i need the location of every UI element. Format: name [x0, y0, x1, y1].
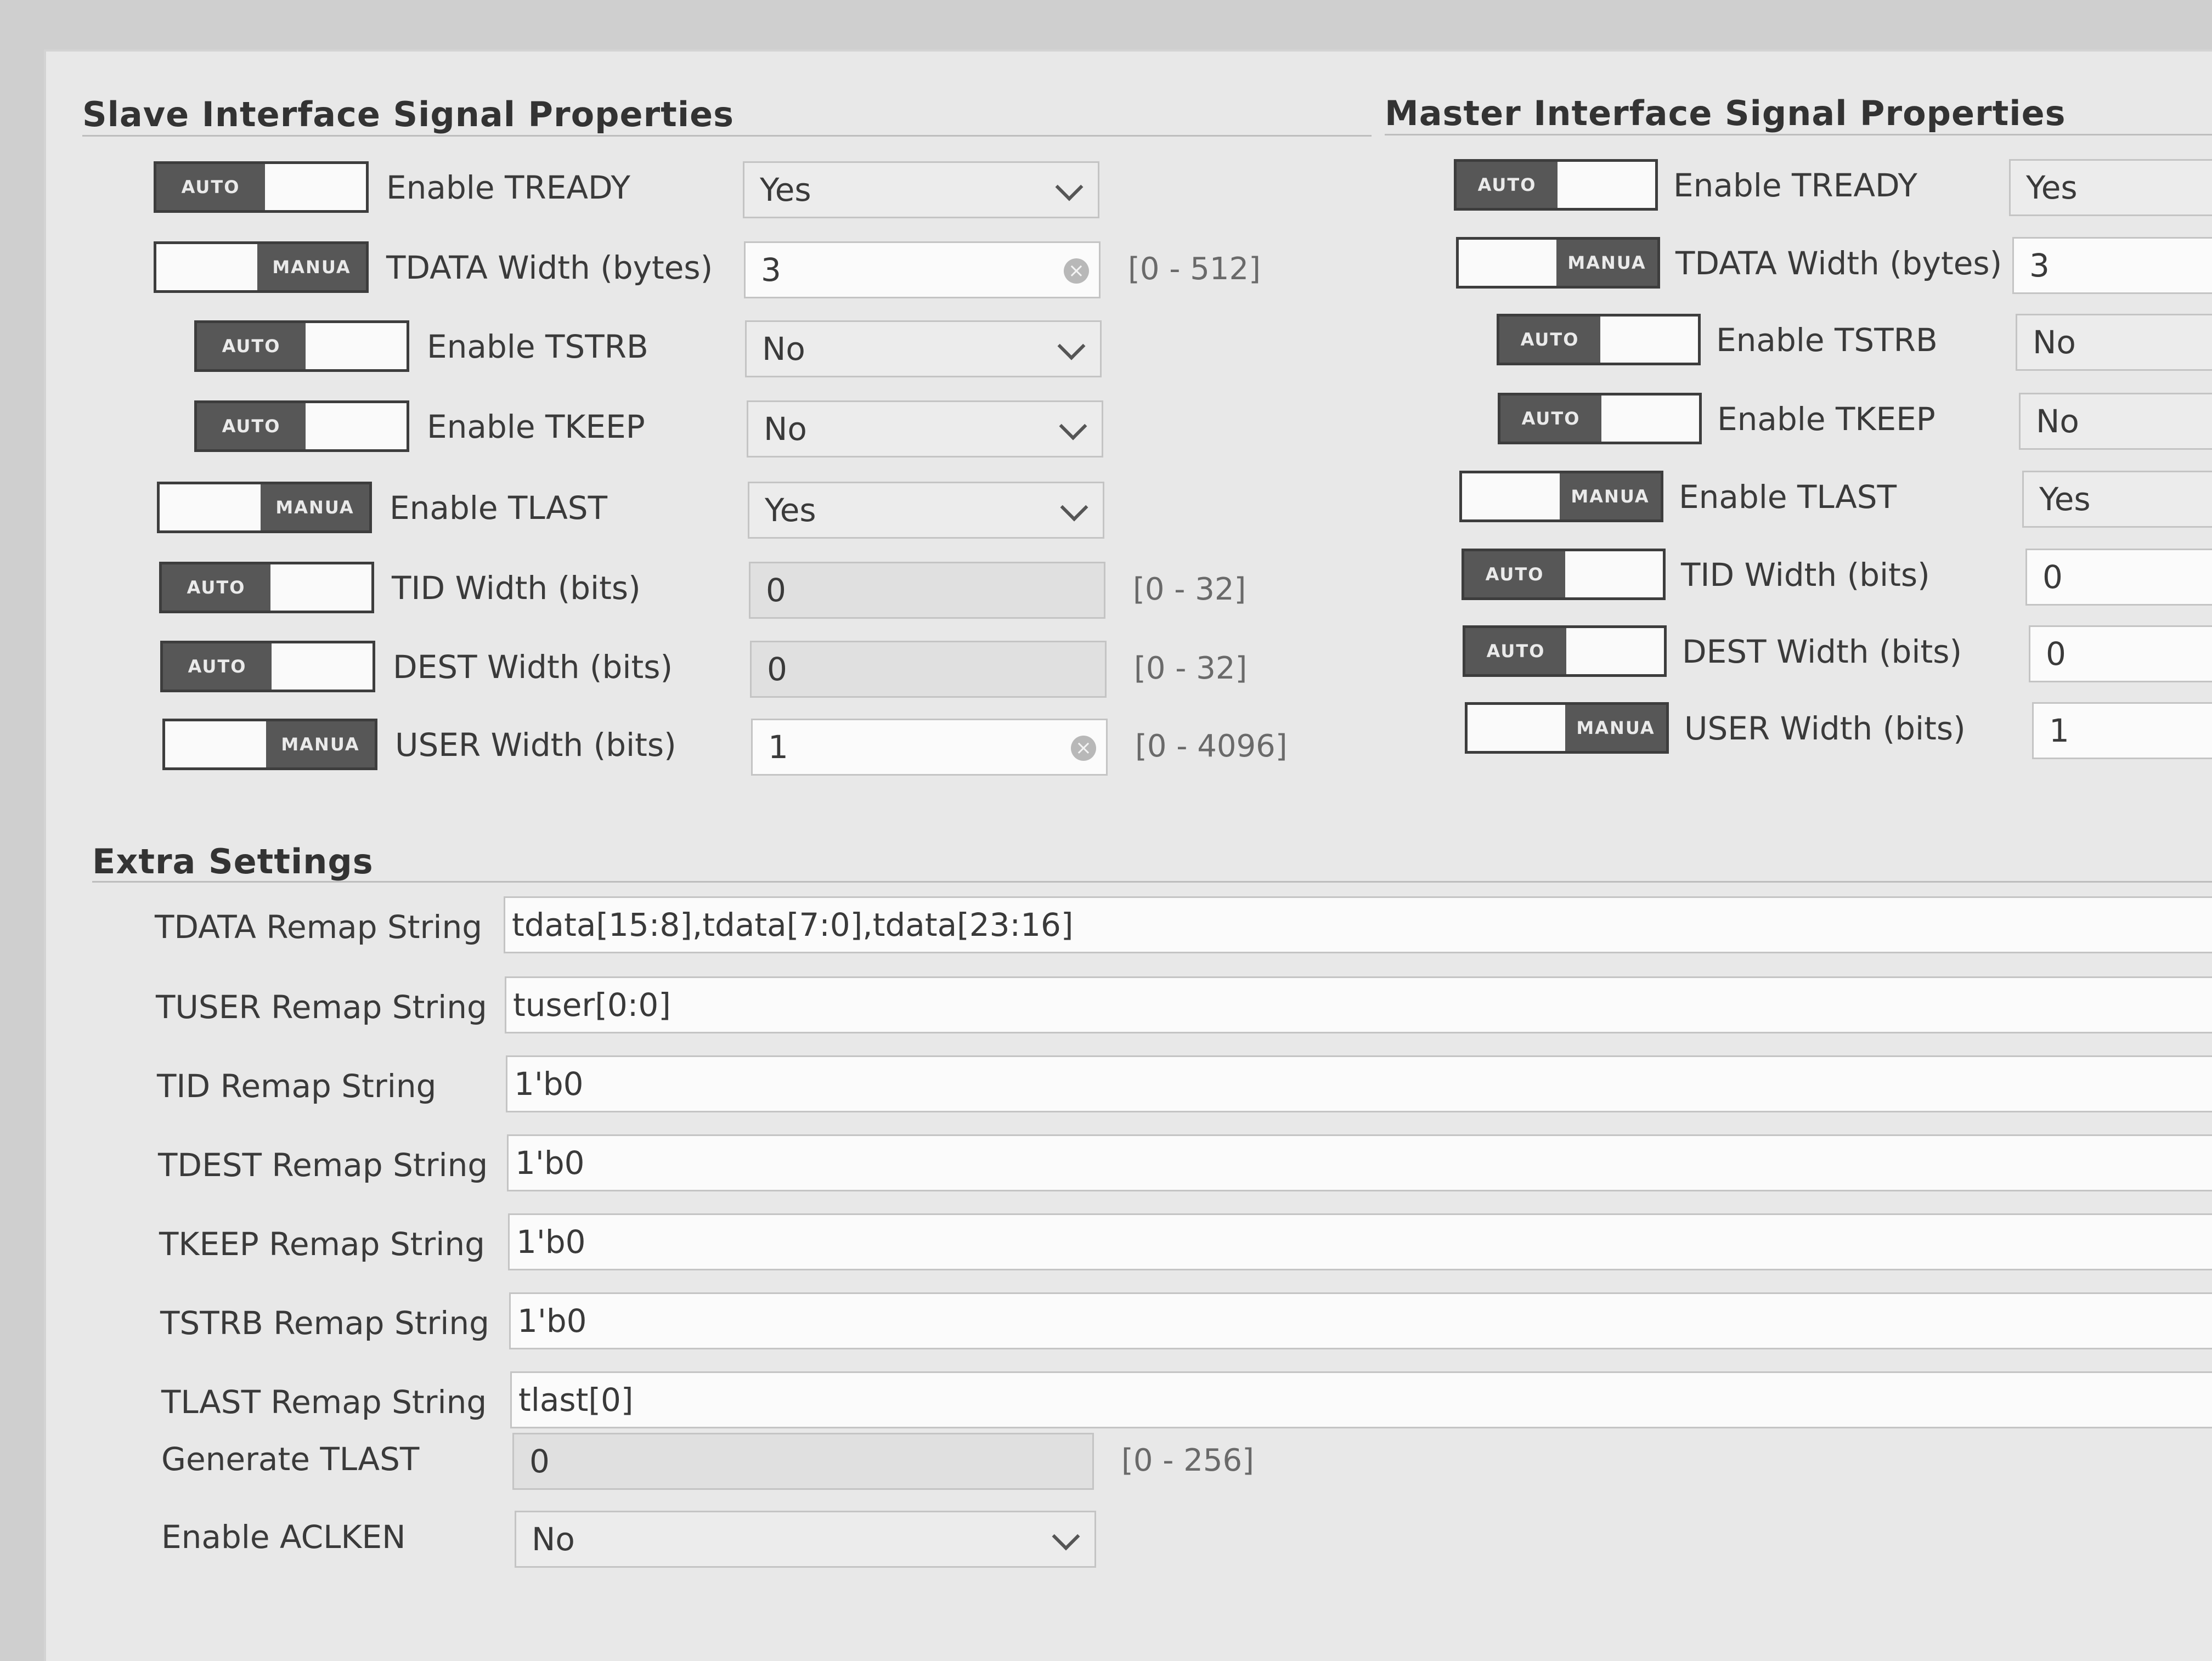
remap-string-input[interactable]: tlast[0] [510, 1371, 2212, 1428]
generate-tlast-range: [0 - 256] [1121, 1443, 1255, 1478]
master-signal-label: TID Width (bits) [1681, 556, 1930, 594]
toggle-mode-label: AUTO [1499, 317, 1600, 363]
master-value-field[interactable]: 0 [2029, 625, 2212, 682]
remap-label: TID Remap String [157, 1067, 437, 1105]
master-row: AUTO Enable TREADY Yes [46, 159, 2212, 219]
field-value: 1'b0 [514, 1065, 584, 1103]
remap-row: TDATA Remap String tdata[15:8],tdata[7:0]… [46, 896, 2212, 957]
auto-manual-toggle[interactable]: AUTO [1454, 159, 1658, 211]
master-value-field[interactable]: Yes [2009, 159, 2212, 216]
slave-section-divider [82, 135, 1372, 137]
remap-label: TSTRB Remap String [160, 1304, 489, 1342]
slave-section-title: Slave Interface Signal Properties [82, 94, 735, 134]
toggle-mode-label: AUTO [1464, 551, 1565, 597]
remap-string-input[interactable]: tdata[15:8],tdata[7:0],tdata[23:16] [504, 896, 2212, 953]
master-signal-label: Enable TSTRB [1716, 321, 1938, 359]
remap-label: TUSER Remap String [156, 988, 487, 1026]
master-row: MANUA TDATA Width (bytes) 3 [46, 237, 2212, 297]
remap-label: TKEEP Remap String [159, 1225, 485, 1263]
remap-string-input[interactable]: 1'b0 [506, 1055, 2212, 1112]
toggle-mode-label: MANUA [1556, 240, 1657, 286]
remap-row: TDEST Remap String 1'b0 [46, 1134, 2212, 1195]
field-value: tuser[0:0] [513, 986, 671, 1024]
master-value-field[interactable]: Yes [2022, 471, 2212, 528]
remap-label: TDATA Remap String [155, 908, 483, 946]
field-value: 1'b0 [517, 1302, 587, 1340]
master-row: AUTO Enable TSTRB No [46, 314, 2212, 374]
field-value: No [2033, 324, 2076, 361]
remap-string-input[interactable]: 1'b0 [507, 1134, 2212, 1191]
auto-manual-toggle[interactable]: AUTO [1497, 314, 1701, 365]
field-value: tlast[0] [518, 1381, 634, 1419]
remap-string-input[interactable]: tuser[0:0] [505, 976, 2212, 1033]
extra-settings-title: Extra Settings [92, 841, 374, 882]
auto-manual-toggle[interactable]: MANUA [1465, 702, 1669, 754]
master-value-field[interactable]: No [2019, 393, 2212, 450]
field-value: 1 [2049, 712, 2069, 749]
enable-aclken-row: Enable ACLKEN No [46, 1511, 2186, 1571]
master-signal-label: Enable TKEEP [1717, 400, 1936, 438]
master-row: AUTO TID Width (bits) 0 [46, 549, 2212, 609]
master-signal-label: TDATA Width (bytes) [1675, 245, 2002, 282]
ip-config-panel: Slave Interface Signal Properties AUTO En… [44, 49, 2212, 1661]
generate-tlast-input[interactable]: 0 [512, 1433, 1094, 1490]
auto-manual-toggle[interactable]: AUTO [1462, 549, 1666, 600]
enable-aclken-label: Enable ACLKEN [161, 1518, 406, 1556]
master-row: MANUA USER Width (bits) 1 [46, 702, 2212, 762]
toggle-mode-label: AUTO [1500, 396, 1601, 442]
enable-aclken-value: No [532, 1521, 575, 1558]
field-value: 0 [2046, 635, 2066, 673]
field-value: Yes [2039, 481, 2091, 518]
field-value: Yes [2026, 169, 2078, 206]
master-signal-label: Enable TLAST [1679, 478, 1897, 516]
chevron-down-icon [1052, 1522, 1080, 1551]
master-section-title: Master Interface Signal Properties [1385, 93, 2066, 133]
remap-row: TLAST Remap String tlast[0] [46, 1371, 2212, 1432]
field-value: tdata[15:8],tdata[7:0],tdata[23:16] [512, 906, 1074, 944]
generate-tlast-value: 0 [529, 1443, 550, 1480]
master-row: AUTO Enable TKEEP No [46, 393, 2212, 453]
master-value-field[interactable]: 0 [2025, 549, 2212, 606]
toggle-mode-label: MANUA [1565, 705, 1666, 751]
remap-row: TUSER Remap String tuser[0:0] [46, 976, 2212, 1037]
master-row: AUTO DEST Width (bits) 0 [46, 625, 2212, 686]
remap-row: TSTRB Remap String 1'b0 [46, 1292, 2212, 1353]
auto-manual-toggle[interactable]: MANUA [1456, 237, 1660, 289]
generate-tlast-label: Generate TLAST [161, 1440, 420, 1478]
remap-row: TKEEP Remap String 1'b0 [46, 1213, 2212, 1274]
enable-aclken-select[interactable]: No [515, 1511, 1096, 1568]
master-value-field[interactable]: 1 [2032, 702, 2212, 759]
master-row: MANUA Enable TLAST Yes [46, 471, 2212, 531]
master-value-field[interactable]: 3 [2012, 237, 2212, 294]
master-signal-label: Enable TREADY [1673, 167, 1917, 204]
master-value-field[interactable]: No [2016, 314, 2212, 371]
remap-string-input[interactable]: 1'b0 [508, 1213, 2212, 1270]
remap-label: TDEST Remap String [158, 1146, 488, 1184]
field-value: 0 [2042, 558, 2063, 596]
field-value: No [2036, 403, 2079, 440]
toggle-mode-label: MANUA [1560, 473, 1661, 519]
field-value: 1'b0 [516, 1223, 586, 1261]
generate-tlast-row: Generate TLAST 0 [0 - 256] [46, 1433, 2186, 1493]
auto-manual-toggle[interactable]: MANUA [1459, 471, 1663, 522]
master-signal-label: DEST Width (bits) [1682, 633, 1962, 670]
remap-string-input[interactable]: 1'b0 [509, 1292, 2212, 1349]
auto-manual-toggle[interactable]: AUTO [1463, 625, 1667, 677]
master-section-divider [1385, 134, 2212, 135]
remap-label: TLAST Remap String [161, 1383, 487, 1421]
toggle-mode-label: AUTO [1465, 628, 1566, 674]
extra-settings-divider [92, 881, 2212, 883]
field-value: 1'b0 [515, 1144, 585, 1182]
remap-row: TID Remap String 1'b0 [46, 1055, 2212, 1116]
auto-manual-toggle[interactable]: AUTO [1498, 393, 1702, 444]
master-signal-label: USER Width (bits) [1684, 710, 1966, 747]
toggle-mode-label: AUTO [1457, 162, 1558, 208]
field-value: 3 [2029, 247, 2050, 284]
